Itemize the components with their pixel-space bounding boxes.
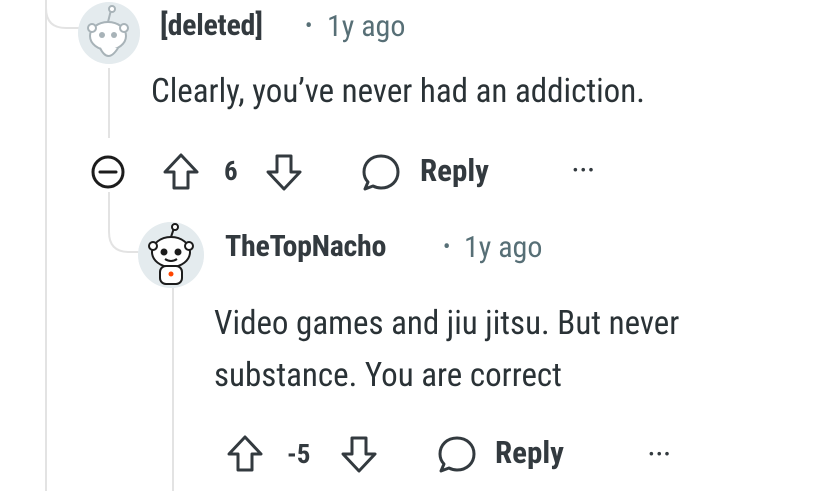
comment-author[interactable]: TheTopNacho [225,229,386,264]
comment-bubble-icon [362,154,400,191]
avatar[interactable] [78,2,140,64]
collapse-minus-icon [91,155,125,189]
comment-timestamp[interactable]: 1y ago [464,230,542,265]
comment-body-line: Video games and jiu jitsu. But never [214,304,680,343]
downvote-button[interactable] [340,434,378,474]
upvote-arrow-icon [163,153,199,190]
snoo-avatar-icon [78,2,140,64]
collapse-button[interactable] [90,154,126,190]
comment-timestamp[interactable]: 1y ago [327,9,405,44]
reply-label: Reply [495,434,564,471]
thread-line-outer [45,0,47,491]
upvote-arrow-icon [227,435,263,472]
more-options-button[interactable]: ··· [572,156,595,184]
avatar[interactable] [138,222,204,288]
comment-bubble-icon [438,436,476,473]
vote-score: 6 [224,155,238,187]
vote-score: -5 [287,438,311,470]
meta-separator: • [305,14,313,39]
comment-author[interactable]: [deleted] [160,8,263,43]
upvote-button[interactable] [226,434,264,474]
reply-button[interactable]: Reply [436,432,581,476]
downvote-arrow-icon [341,436,377,473]
meta-separator: • [443,235,451,260]
comment-body: Clearly, you’ve never had an addiction. [151,72,645,111]
downvote-arrow-icon [266,154,302,191]
thread-line-parent [108,68,110,138]
reply-label: Reply [420,152,489,189]
reply-button[interactable]: Reply [360,150,505,194]
comment-body: Video games and jiu jitsu. But never sub… [214,298,679,402]
downvote-button[interactable] [265,152,303,192]
upvote-button[interactable] [162,152,200,192]
thread-line-child [172,288,174,491]
snoo-avatar-icon [138,222,204,288]
more-options-button[interactable]: ··· [648,440,671,468]
comment-body-line: substance. You are correct [214,356,562,395]
